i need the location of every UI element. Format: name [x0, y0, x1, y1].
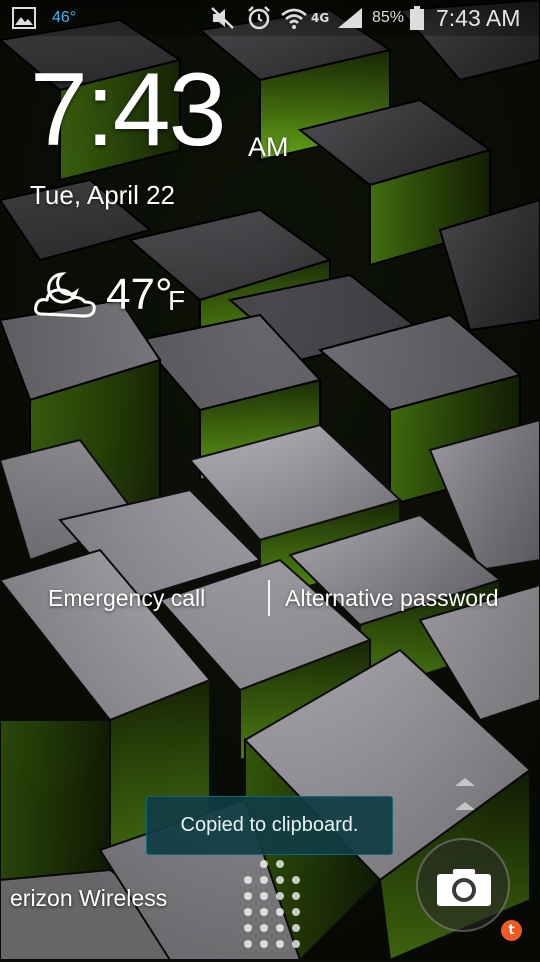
mute-icon: [210, 0, 236, 36]
camera-icon: [435, 868, 493, 912]
clipboard-toast: Copied to clipboard.: [146, 796, 393, 855]
battery-icon: [409, 0, 425, 36]
weather-unit: F: [168, 285, 186, 316]
alternative-password-button[interactable]: Alternative password: [285, 585, 499, 612]
carrier-label: erizon Wireless: [10, 885, 168, 911]
alarm-icon: [246, 0, 272, 36]
lockscreen-clock: 7:43: [30, 52, 226, 168]
weather-temperature: 47°: [106, 270, 173, 319]
clock-ampm: AM: [248, 132, 289, 162]
signal-icon: [336, 0, 364, 36]
moon-cloud-icon: [32, 266, 102, 326]
unlock-swipe-area[interactable]: [236, 858, 308, 962]
status-time: 7:43 AM: [436, 4, 521, 31]
battery-percent: 85%: [372, 9, 405, 26]
network-type-label: 4G: [311, 11, 330, 25]
notification-badge: t: [501, 920, 522, 941]
action-divider: [268, 580, 270, 616]
lockscreen-date: Tue, April 22: [30, 180, 176, 210]
camera-shortcut-button[interactable]: [416, 838, 510, 932]
wifi-icon: [280, 0, 308, 36]
status-bar: 46° 4G 85% 7:43 AM: [0, 0, 540, 36]
status-weather-temp: 46°: [52, 9, 77, 26]
emergency-call-button[interactable]: Emergency call: [48, 585, 205, 612]
gallery-icon: [12, 0, 36, 36]
chevron-up-icon: [452, 776, 478, 820]
